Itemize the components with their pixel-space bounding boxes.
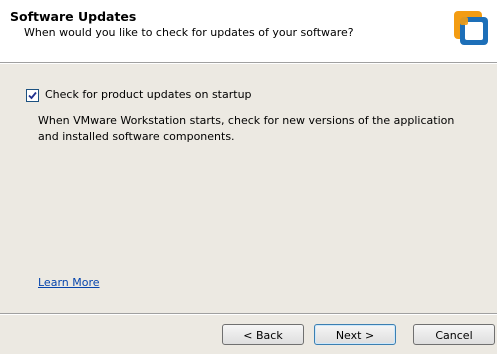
- update-description: When VMware Workstation starts, check fo…: [38, 114, 455, 143]
- wizard-header: Software Updates When would you like to …: [0, 0, 497, 62]
- check-updates-label[interactable]: Check for product updates on startup: [45, 88, 252, 101]
- check-updates-checkbox[interactable]: [26, 89, 39, 102]
- cancel-button[interactable]: Cancel: [413, 324, 495, 345]
- vmware-workstation-logo-icon: [454, 11, 488, 45]
- back-button[interactable]: < Back: [222, 324, 304, 345]
- next-button[interactable]: Next >: [314, 324, 396, 345]
- page-subtitle: When would you like to check for updates…: [24, 26, 354, 39]
- footer-divider-highlight: [0, 314, 497, 315]
- header-divider-highlight: [0, 63, 497, 64]
- learn-more-link[interactable]: Learn More: [38, 276, 100, 289]
- checkmark-icon: [28, 91, 37, 100]
- page-title: Software Updates: [10, 9, 137, 24]
